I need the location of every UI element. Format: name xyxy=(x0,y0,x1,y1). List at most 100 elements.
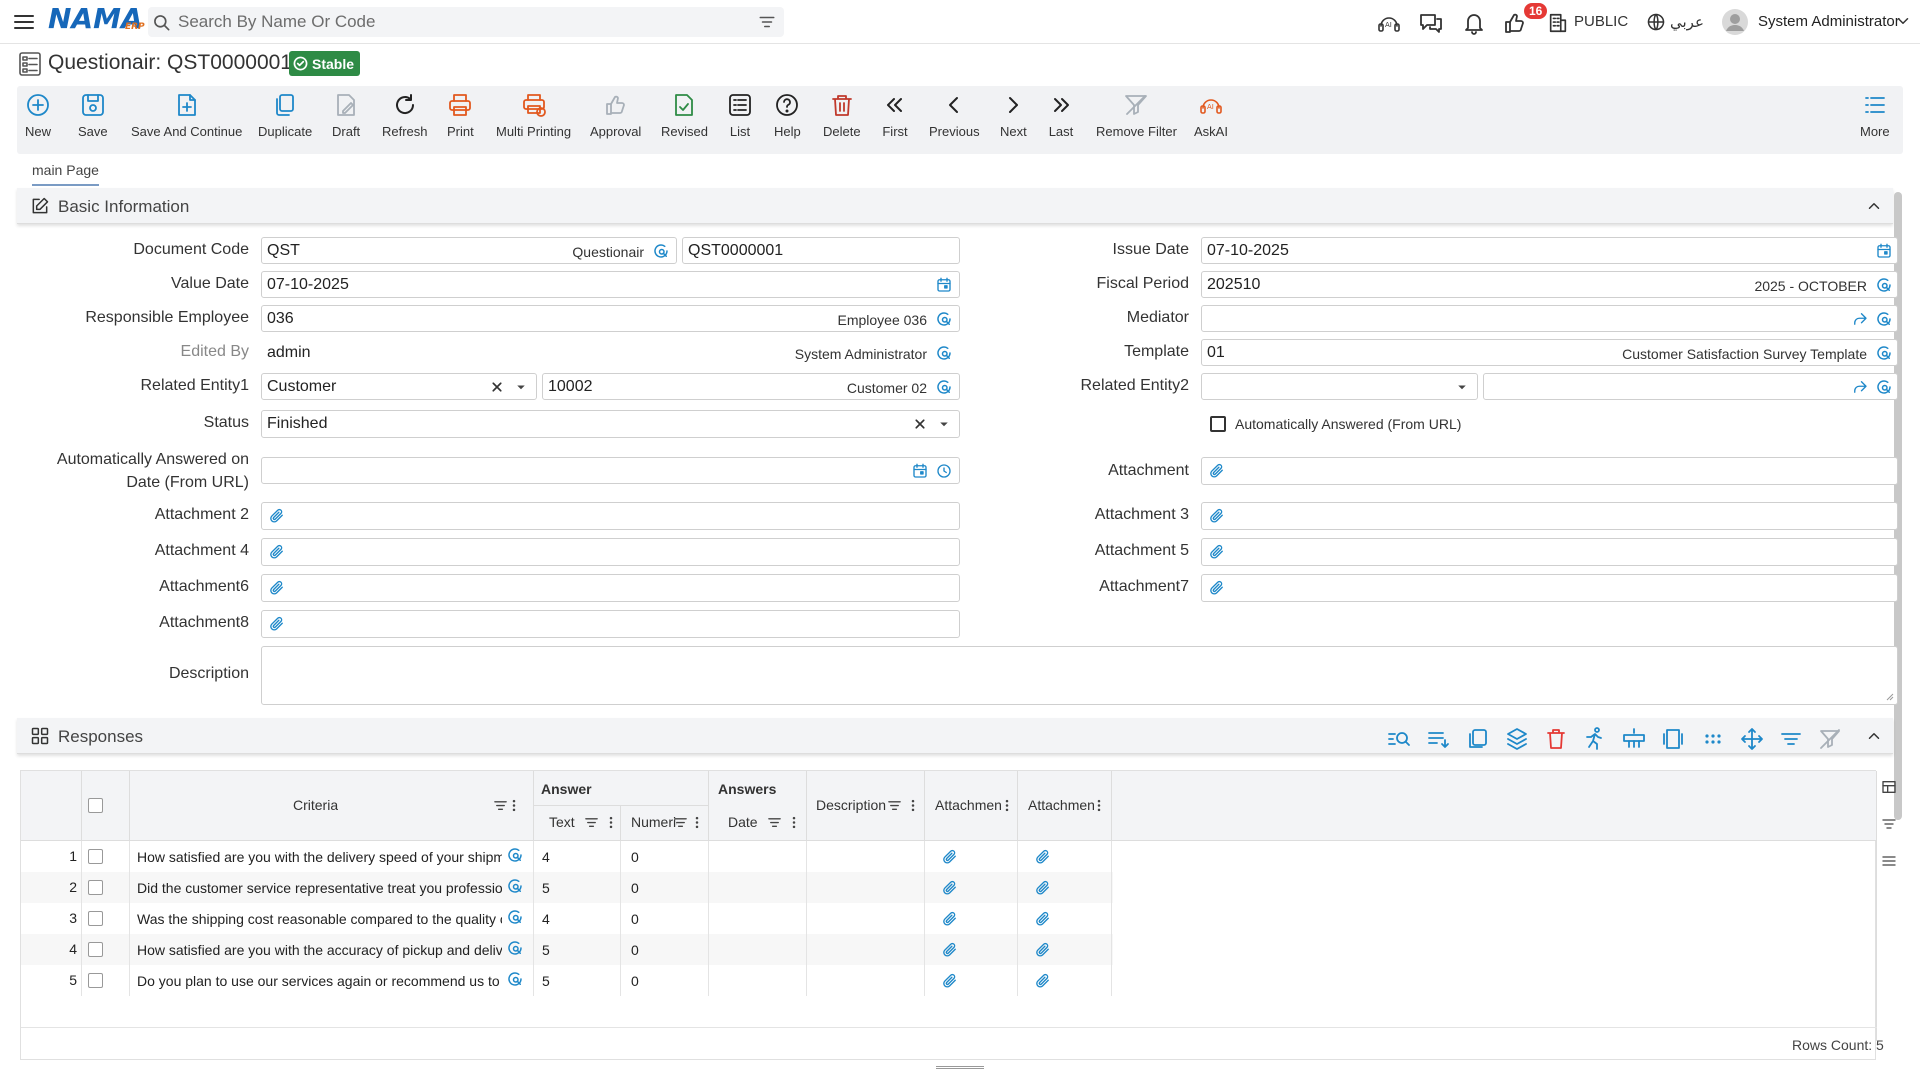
attachment-field[interactable] xyxy=(1201,457,1898,485)
row-checkbox[interactable] xyxy=(88,911,103,926)
grid-side-filter-icon[interactable] xyxy=(1881,816,1897,832)
paperclip-icon[interactable] xyxy=(1034,941,1052,959)
attachment5-field[interactable] xyxy=(1201,538,1898,566)
criteria-cell[interactable]: Was the shipping cost reasonable compare… xyxy=(137,911,502,927)
criteria-header[interactable]: Criteria xyxy=(293,797,338,813)
text-cell[interactable]: 5 xyxy=(542,942,550,958)
calendar-icon[interactable] xyxy=(1875,242,1893,260)
grid-move-icon[interactable] xyxy=(1739,726,1765,752)
grid-insert-row-icon[interactable] xyxy=(1621,726,1647,752)
document-code-field[interactable]: QST Questionair xyxy=(261,237,677,264)
resize-handle-icon[interactable] xyxy=(1885,692,1894,701)
paperclip-icon[interactable] xyxy=(1208,543,1226,561)
numeric-cell[interactable]: 0 xyxy=(631,911,639,927)
paperclip-icon[interactable] xyxy=(941,972,959,990)
attachment7-field[interactable] xyxy=(1201,574,1898,602)
grid-layers-icon[interactable] xyxy=(1504,726,1530,752)
paperclip-icon[interactable] xyxy=(1208,507,1226,525)
building-icon[interactable] xyxy=(1547,12,1573,38)
paperclip-icon[interactable] xyxy=(1034,910,1052,928)
text-cell[interactable]: 5 xyxy=(542,880,550,896)
grid-copy-icon[interactable] xyxy=(1465,726,1491,752)
app-logo[interactable]: NAMA ERP xyxy=(48,5,145,39)
related-entity1-type-select[interactable]: Customer xyxy=(261,373,537,400)
column-menu-icon[interactable] xyxy=(511,798,517,813)
paperclip-icon[interactable] xyxy=(1034,879,1052,897)
grid-sort-icon[interactable] xyxy=(1425,726,1451,752)
paperclip-icon[interactable] xyxy=(1034,972,1052,990)
attachment3-field[interactable] xyxy=(1201,502,1898,530)
chevron-up-icon[interactable] xyxy=(1865,727,1883,745)
date-header[interactable]: Date xyxy=(728,814,758,830)
description-textarea[interactable] xyxy=(261,646,1898,705)
menu-icon[interactable] xyxy=(12,10,36,34)
paperclip-icon[interactable] xyxy=(1208,579,1226,597)
description-header[interactable]: Description xyxy=(816,797,886,813)
share-icon[interactable] xyxy=(1851,378,1869,396)
column-menu-icon[interactable] xyxy=(910,798,916,813)
text-header[interactable]: Text xyxy=(549,814,575,830)
askai-button[interactable]: AI AskAI xyxy=(1194,92,1228,139)
column-menu-icon[interactable] xyxy=(1096,798,1102,813)
criteria-cell[interactable]: Do you plan to use our services again or… xyxy=(137,973,502,989)
search-filter-icon[interactable] xyxy=(758,13,776,31)
column-menu-icon[interactable] xyxy=(791,815,797,830)
grid-filter-icon[interactable] xyxy=(1778,726,1804,752)
lookup-icon[interactable] xyxy=(935,344,953,362)
lookup-icon[interactable] xyxy=(1875,344,1893,362)
table-row[interactable]: 3 Was the shipping cost reasonable compar… xyxy=(21,903,1113,934)
paperclip-icon[interactable] xyxy=(268,579,286,597)
duplicate-button[interactable]: Duplicate xyxy=(258,92,312,139)
paperclip-icon[interactable] xyxy=(941,941,959,959)
branch-label[interactable]: PUBLIC xyxy=(1574,13,1628,30)
attachment8-field[interactable] xyxy=(261,610,960,638)
print-button[interactable]: Print xyxy=(447,92,474,139)
criteria-cell[interactable]: Did the customer service representative … xyxy=(137,880,502,896)
search-input[interactable] xyxy=(178,10,718,34)
responsible-employee-field[interactable]: 036 Employee 036 xyxy=(261,305,960,332)
lookup-icon[interactable] xyxy=(1875,310,1893,328)
new-button[interactable]: New xyxy=(25,92,51,139)
column-filter-icon[interactable] xyxy=(584,815,599,830)
multi-printing-button[interactable]: Multi Printing xyxy=(496,92,571,139)
numeric-cell[interactable]: 0 xyxy=(631,880,639,896)
paperclip-icon[interactable] xyxy=(1208,462,1226,480)
save-button[interactable]: Save xyxy=(78,92,108,139)
column-menu-icon[interactable] xyxy=(608,815,614,830)
attachment2-header[interactable]: Attachment xyxy=(1028,797,1094,813)
text-cell[interactable]: 5 xyxy=(542,973,550,989)
paperclip-icon[interactable] xyxy=(268,615,286,633)
auto-answered-date-field[interactable] xyxy=(261,457,960,484)
related-entity1-code-field[interactable]: 10002 Customer 02 xyxy=(542,373,960,400)
numeric-cell[interactable]: 0 xyxy=(631,973,639,989)
numeric-cell[interactable]: 0 xyxy=(631,942,639,958)
paperclip-icon[interactable] xyxy=(941,879,959,897)
row-checkbox[interactable] xyxy=(88,880,103,895)
row-checkbox[interactable] xyxy=(88,942,103,957)
attachment6-field[interactable] xyxy=(261,574,960,602)
table-row[interactable]: 1 How satisfied are you with the delivery… xyxy=(21,841,1113,872)
template-field[interactable]: 01 Customer Satisfaction Survey Template xyxy=(1201,339,1898,366)
criteria-cell[interactable]: How satisfied are you with the delivery … xyxy=(137,849,502,865)
column-filter-icon[interactable] xyxy=(493,798,508,813)
column-menu-icon[interactable] xyxy=(1004,798,1010,813)
grid-remove-filter-icon[interactable] xyxy=(1817,726,1843,752)
lookup-icon[interactable] xyxy=(1875,378,1893,396)
text-cell[interactable]: 4 xyxy=(542,849,550,865)
select-all-checkbox[interactable] xyxy=(88,798,103,813)
status-select[interactable]: Finished xyxy=(261,410,960,438)
auto-answered-checkbox[interactable] xyxy=(1210,416,1226,432)
lookup-icon[interactable] xyxy=(506,970,524,988)
user-avatar-icon[interactable] xyxy=(1721,8,1748,35)
value-date-field[interactable]: 07-10-2025 xyxy=(261,271,960,298)
document-number-field[interactable]: QST0000001 xyxy=(682,237,960,264)
lookup-icon[interactable] xyxy=(652,242,670,260)
row-checkbox[interactable] xyxy=(88,849,103,864)
delete-button[interactable]: Delete xyxy=(823,92,861,139)
last-button[interactable]: Last xyxy=(1048,92,1074,139)
lookup-icon[interactable] xyxy=(1875,276,1893,294)
lookup-icon[interactable] xyxy=(506,939,524,957)
fiscal-period-field[interactable]: 202510 2025 - OCTOBER xyxy=(1201,271,1898,298)
dropdown-arrow-icon[interactable] xyxy=(512,378,530,396)
grid-run-icon[interactable] xyxy=(1582,726,1608,752)
